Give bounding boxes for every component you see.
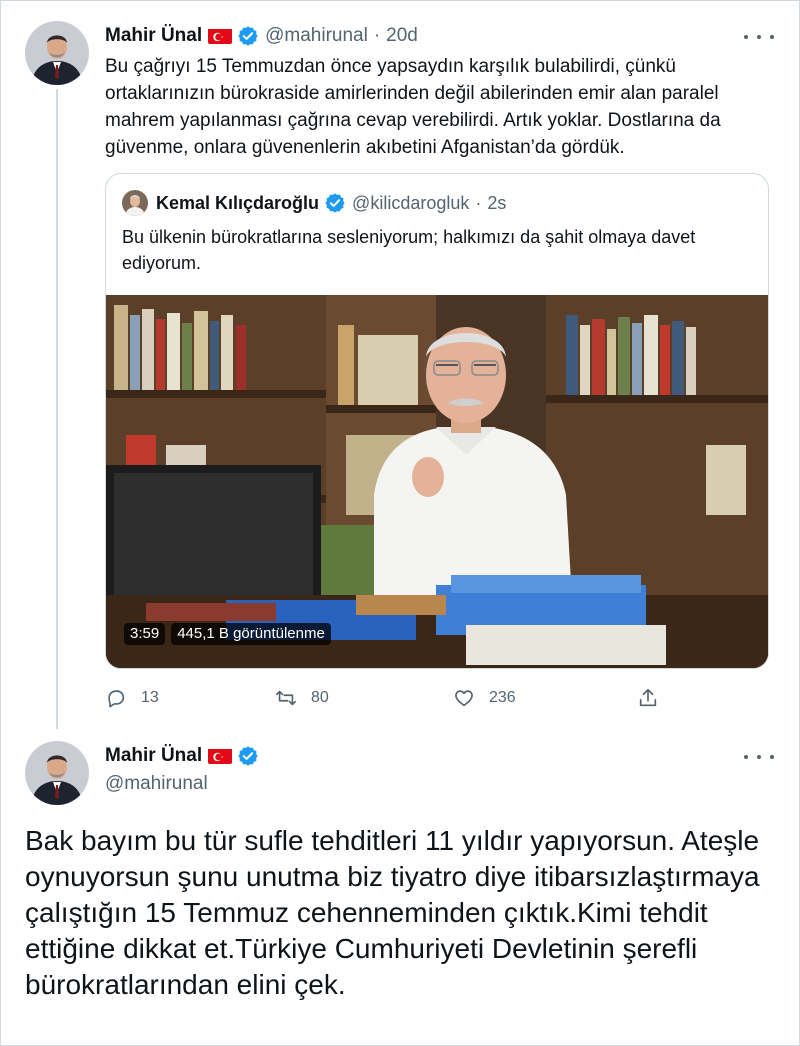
more-icon[interactable] xyxy=(744,27,774,47)
like-count: 236 xyxy=(489,689,516,706)
retweet-button[interactable]: 80 xyxy=(275,683,329,713)
more-icon[interactable] xyxy=(744,747,774,767)
separator-dot: · xyxy=(475,193,482,213)
retweet-count: 80 xyxy=(311,689,329,706)
tweet-text: Bak bayım bu tür sufle tehditleri 11 yıl… xyxy=(25,825,760,1000)
quoted-tweet-header: Kemal Kılıçdaroğlu @kilicdarogluk · 2s xyxy=(122,190,506,216)
verified-badge-icon xyxy=(237,745,259,767)
quoted-tweet-text: Bu ülkenin bürokratlarına sesleniyorum; … xyxy=(122,227,696,273)
like-button[interactable]: 236 xyxy=(453,683,516,713)
tweet-header: Mahir Ünal @mahirunal · 20d xyxy=(105,24,418,48)
video-thumbnail xyxy=(106,295,768,668)
avatar[interactable] xyxy=(25,21,89,85)
tweet-text: Bu çağrıyı 15 Temmuzdan önce yapsaydın k… xyxy=(105,56,721,158)
video-overlay: 3:59 445,1 B görüntülenme xyxy=(124,623,331,645)
quoted-avatar xyxy=(122,190,148,216)
tweet-header: Mahir Ünal xyxy=(105,744,259,768)
author-handle[interactable]: @mahirunal xyxy=(105,772,208,796)
reply-count: 13 xyxy=(141,689,159,706)
tweet-thread: Mahir Ünal @mahirunal · 20d Bu çağrıyı 1… xyxy=(0,0,800,1046)
reply-icon xyxy=(108,690,125,708)
author-handle[interactable]: @mahirunal xyxy=(265,24,368,48)
retweet-icon xyxy=(276,690,296,706)
verified-badge-icon xyxy=(237,25,259,47)
thread-connector-line xyxy=(56,89,58,729)
separator-dot: · xyxy=(373,25,381,46)
author-name[interactable]: Mahir Ünal xyxy=(105,24,202,48)
turkey-flag-icon xyxy=(208,28,233,44)
share-icon xyxy=(639,688,657,707)
tweet-timestamp[interactable]: 20d xyxy=(386,24,418,48)
video-duration: 3:59 xyxy=(124,623,166,645)
quoted-timestamp[interactable]: 2s xyxy=(487,191,506,215)
author-name[interactable]: Mahir Ünal xyxy=(105,744,202,768)
quoted-author-name[interactable]: Kemal Kılıçdaroğlu xyxy=(156,191,319,215)
tweet-action-bar: 13 80 236 xyxy=(105,683,665,713)
reply-button[interactable]: 13 xyxy=(105,683,159,713)
avatar[interactable] xyxy=(25,741,89,805)
like-icon xyxy=(455,690,473,707)
quoted-author-handle[interactable]: @kilicdarogluk xyxy=(352,191,469,215)
turkey-flag-icon xyxy=(208,748,233,764)
video-player[interactable]: 3:59 445,1 B görüntülenme xyxy=(106,295,768,668)
quoted-tweet[interactable]: Kemal Kılıçdaroğlu @kilicdarogluk · 2s B… xyxy=(105,173,769,669)
video-views: 445,1 B görüntülenme xyxy=(171,623,331,645)
share-button[interactable] xyxy=(637,683,673,713)
verified-badge-icon xyxy=(324,192,346,214)
